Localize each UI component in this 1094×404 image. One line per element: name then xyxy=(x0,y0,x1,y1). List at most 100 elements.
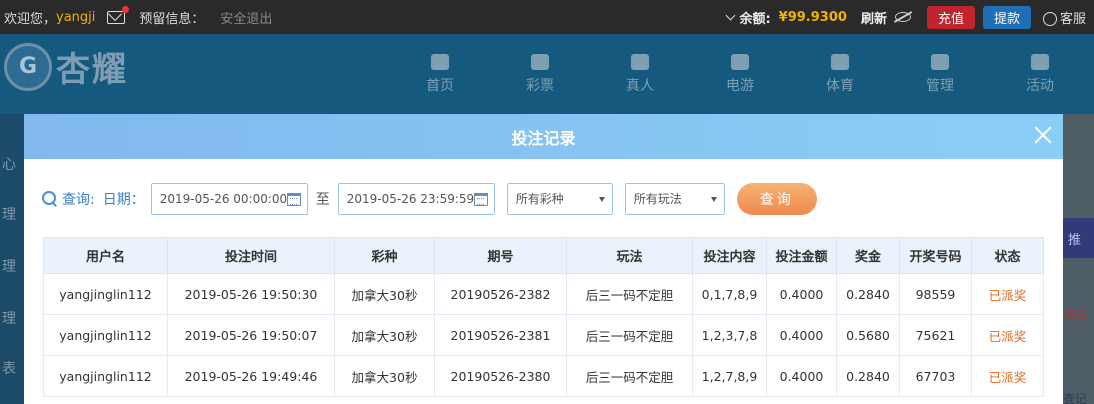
cell-lottery: 加拿大30秒 xyxy=(334,273,435,315)
sidebar-item[interactable]: 理 xyxy=(0,256,24,276)
sidebar-item[interactable]: 理 xyxy=(0,204,24,224)
end-date-value: 2019-05-26 23:59:59 xyxy=(346,191,475,206)
cell-amount: 0.4000 xyxy=(766,273,837,315)
nav-label: 电游 xyxy=(726,77,754,94)
column-header: 期号 xyxy=(434,237,567,274)
close-icon[interactable] xyxy=(1033,125,1053,145)
chat-icon xyxy=(1042,12,1057,26)
table-header-row: 用户名 投注时间 彩种 期号 玩法 投注内容 投注金额 奖金 开奖号码 状态 xyxy=(43,237,1044,274)
nav-item-sports[interactable]: 体育 xyxy=(790,34,890,114)
column-header: 投注时间 xyxy=(167,237,335,274)
right-panel-link[interactable]: 点击 xyxy=(1063,306,1087,323)
cell-play: 后三一码不定胆 xyxy=(566,355,693,397)
logo[interactable]: G 杏耀 xyxy=(4,42,128,91)
top-bar: 欢迎您， yangji 预留信息： 安全退出 余额: ¥99.9300 刷新 充… xyxy=(0,0,1094,34)
welcome-text: 欢迎您， xyxy=(4,11,57,27)
cell-bet-time: 2019-05-26 19:50:30 xyxy=(167,273,335,315)
right-panel-tab[interactable]: 推 xyxy=(1063,218,1094,258)
users-icon xyxy=(931,53,949,70)
column-header: 开奖号码 xyxy=(899,237,972,274)
modal-title: 投注记录 xyxy=(511,128,576,148)
cell-status: 已派奖 xyxy=(971,273,1044,315)
mail-icon[interactable] xyxy=(107,5,130,24)
cell-content: 1,2,7,8,9 xyxy=(692,355,767,397)
right-panel-link-2[interactable]: 查记 xyxy=(1063,390,1087,404)
site-header: G 杏耀 首页 彩票 真人 电游 体育 管理 活动 xyxy=(0,34,1094,114)
column-header: 投注内容 xyxy=(692,237,767,274)
cell-status: 已派奖 xyxy=(971,355,1044,397)
customer-service-button[interactable]: 客服 xyxy=(1042,8,1086,27)
nav-label: 管理 xyxy=(926,77,954,94)
lottery-type-select[interactable]: 所有彩种 xyxy=(506,182,613,215)
sidebar: 心 理 理 理 表 xyxy=(0,114,24,404)
gamepad-icon xyxy=(731,53,749,70)
withdraw-button[interactable]: 提款 xyxy=(982,5,1031,29)
home-icon xyxy=(431,53,449,70)
sidebar-item[interactable]: 心 xyxy=(0,154,24,174)
start-date-value: 2019-05-26 00:00:00 xyxy=(159,191,288,206)
username[interactable]: yangji xyxy=(56,10,95,25)
logo-text: 杏耀 xyxy=(56,50,128,90)
nav-item-home[interactable]: 首页 xyxy=(390,34,490,114)
cell-prize: 0.2840 xyxy=(836,273,900,315)
calendar-icon[interactable] xyxy=(473,192,488,206)
balance-value: ¥99.9300 xyxy=(778,9,847,25)
cell-issue: 20190526-2380 xyxy=(434,355,567,397)
main-nav: 首页 彩票 真人 电游 体育 管理 活动 xyxy=(390,34,1090,114)
lottery-type-value: 所有彩种 xyxy=(515,192,564,206)
nav-label: 首页 xyxy=(426,77,454,94)
chevron-down-icon xyxy=(710,196,717,202)
column-header: 状态 xyxy=(971,237,1044,274)
column-header: 彩种 xyxy=(334,237,435,274)
sidebar-item[interactable]: 理 xyxy=(0,308,24,328)
nav-item-activity[interactable]: 活动 xyxy=(990,34,1090,114)
notification-dot xyxy=(122,5,130,13)
column-header: 用户名 xyxy=(43,237,168,274)
play-type-select[interactable]: 所有玩法 xyxy=(624,182,725,215)
recharge-button[interactable]: 充值 xyxy=(926,5,975,29)
gift-icon xyxy=(1031,53,1049,70)
end-date-input[interactable]: 2019-05-26 23:59:59 xyxy=(337,182,495,215)
table-row[interactable]: yangjinglin112 2019-05-26 19:50:07 加拿大30… xyxy=(43,314,1044,356)
bet-records-table: 用户名 投注时间 彩种 期号 玩法 投注内容 投注金额 奖金 开奖号码 状态 y… xyxy=(43,237,1044,397)
nav-label: 体育 xyxy=(826,77,854,94)
cell-lottery: 加拿大30秒 xyxy=(334,314,435,356)
cell-lottery: 加拿大30秒 xyxy=(334,355,435,397)
play-type-value: 所有玩法 xyxy=(633,192,682,206)
query-label: 查询: xyxy=(62,191,95,208)
nav-item-manage[interactable]: 管理 xyxy=(890,34,990,114)
chevron-down-icon xyxy=(598,196,605,202)
column-header: 玩法 xyxy=(566,237,693,274)
cell-issue: 20190526-2381 xyxy=(434,314,567,356)
nav-item-live[interactable]: 真人 xyxy=(590,34,690,114)
calendar-icon[interactable] xyxy=(286,192,301,206)
logout-link[interactable]: 安全退出 xyxy=(220,8,272,27)
cell-content: 1,2,3,7,8 xyxy=(692,314,767,356)
chevron-down-icon[interactable] xyxy=(726,10,736,20)
cell-username: yangjinglin112 xyxy=(43,314,168,356)
reserve-info-label: 预留信息： xyxy=(139,11,205,27)
cell-issue: 20190526-2382 xyxy=(434,273,567,315)
cell-content: 0,1,7,8,9 xyxy=(692,273,767,315)
date-label: 日期： xyxy=(102,191,145,208)
cell-prize: 0.5680 xyxy=(836,314,900,356)
right-panel-background xyxy=(1063,114,1094,404)
nav-item-games[interactable]: 电游 xyxy=(690,34,790,114)
cell-draw-number: 98559 xyxy=(899,273,972,315)
modal-header: 投注记录 xyxy=(24,114,1063,159)
hide-balance-icon[interactable] xyxy=(894,12,911,22)
table-row[interactable]: yangjinglin112 2019-05-26 19:49:46 加拿大30… xyxy=(43,355,1044,397)
table-row[interactable]: yangjinglin112 2019-05-26 19:50:30 加拿大30… xyxy=(43,273,1044,315)
cell-draw-number: 75621 xyxy=(899,314,972,356)
refresh-button[interactable]: 刷新 xyxy=(861,8,887,27)
person-icon xyxy=(631,53,649,70)
query-button[interactable]: 查询 xyxy=(736,182,817,215)
nav-item-lottery[interactable]: 彩票 xyxy=(490,34,590,114)
cell-play: 后三一码不定胆 xyxy=(566,273,693,315)
to-label: 至 xyxy=(315,191,330,208)
start-date-input[interactable]: 2019-05-26 00:00:00 xyxy=(150,182,308,215)
sidebar-item[interactable]: 表 xyxy=(0,358,24,378)
logo-emblem-icon: G xyxy=(4,42,52,91)
nav-label: 彩票 xyxy=(526,77,554,94)
ticket-icon xyxy=(531,53,549,70)
